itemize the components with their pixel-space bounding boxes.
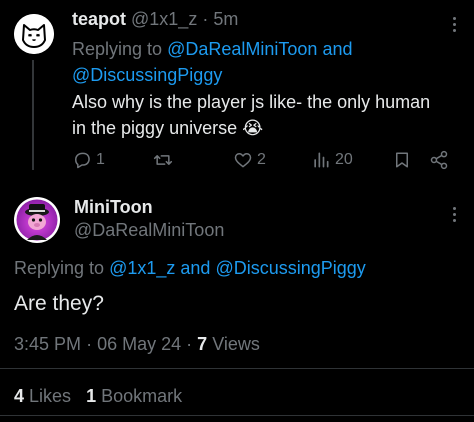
bookmark-icon [396, 152, 408, 168]
bookmarks-count: 1 [86, 386, 97, 406]
thread-connector-line [32, 60, 34, 170]
engagement-stats: 4 Likes 1 Bookmark [14, 383, 182, 409]
main-more-options-icon[interactable] [446, 206, 462, 222]
divider-bottom [0, 415, 474, 416]
reply-replying-and: and [322, 39, 353, 59]
avatar-minitoon[interactable] [14, 197, 60, 243]
main-views-count: 7 [197, 334, 208, 354]
main-tweet-time[interactable]: 3:45 PM [14, 334, 81, 354]
main-meta-sep2: · [186, 334, 193, 354]
reply-replying-to: Replying to @DaRealMiniToon and [72, 36, 352, 62]
main-author-handle[interactable]: @DaRealMiniToon [74, 220, 224, 241]
reply-action-views[interactable]: 20 [311, 150, 353, 170]
cat-avatar-icon [14, 14, 54, 54]
reply-action-bookmark[interactable] [393, 150, 411, 175]
reply-author-name[interactable]: teapot [72, 9, 126, 29]
reply-more-options-icon[interactable] [446, 16, 462, 32]
reply-tweet-text-line1: Also why is the player js like- the only… [72, 92, 431, 112]
share-icon [430, 150, 448, 170]
main-author-name[interactable]: MiniToon [74, 197, 153, 217]
reply-action-like[interactable]: 2 [233, 150, 266, 170]
likes-label: Likes [29, 386, 72, 406]
likes-stat[interactable]: 4 Likes [14, 386, 76, 406]
avatar-teapot[interactable] [14, 14, 54, 54]
reply-tweet-text-line2-text: in the piggy universe [72, 118, 238, 138]
bookmarks-label: Bookmark [101, 386, 183, 406]
loudly-crying-emoji: 😭 [242, 118, 264, 138]
reply-bubble-icon [75, 152, 90, 169]
piggy-avatar-icon [16, 199, 58, 241]
reply-tweet-text-line2: in the piggy universe 😭 [72, 115, 263, 141]
reply-header-separator: · [202, 9, 209, 29]
reply-timestamp[interactable]: 5m [213, 9, 238, 29]
reply-mention-discussingpiggy[interactable]: @DiscussingPiggy [72, 65, 222, 85]
reply-mention-darealminitoon[interactable]: @DaRealMiniToon [167, 39, 317, 59]
bookmarks-stat[interactable]: 1 Bookmark [86, 386, 182, 406]
main-mention-1x1z[interactable]: @1x1_z [109, 258, 175, 278]
main-tweet-meta: 3:45 PM · 06 May 24 · 7 Views [14, 331, 260, 357]
main-tweet-text: Are they? [14, 292, 104, 315]
reply-count: 1 [96, 151, 105, 168]
retweet-icon [153, 155, 173, 165]
main-meta-sep1: · [86, 334, 93, 354]
likes-count: 4 [14, 386, 25, 406]
main-author-name-row: MiniToon [74, 197, 153, 218]
reply-action-reply[interactable]: 1 [72, 150, 105, 170]
heart-icon [234, 153, 252, 168]
like-count: 2 [257, 151, 266, 168]
reply-action-retweet[interactable] [152, 150, 178, 170]
reply-replying-to-line2: @DiscussingPiggy [72, 62, 222, 88]
main-replying-prefix: Replying to [14, 258, 105, 278]
reply-tweet-header: teapot @1x1_z · 5m [72, 9, 238, 30]
reply-replying-prefix: Replying to [72, 39, 163, 59]
main-replying-to: Replying to @1x1_z and @DiscussingPiggy [14, 255, 366, 281]
views-chart-icon [314, 152, 329, 168]
main-views-label: Views [212, 334, 260, 354]
main-mention-discussingpiggy[interactable]: @DiscussingPiggy [215, 258, 365, 278]
reply-author-handle[interactable]: @1x1_z [131, 9, 197, 29]
reply-action-share[interactable] [429, 150, 449, 175]
views-count: 20 [335, 151, 353, 168]
main-tweet-date[interactable]: 06 May 24 [97, 334, 181, 354]
divider [0, 368, 474, 369]
main-replying-and: and [180, 258, 211, 278]
